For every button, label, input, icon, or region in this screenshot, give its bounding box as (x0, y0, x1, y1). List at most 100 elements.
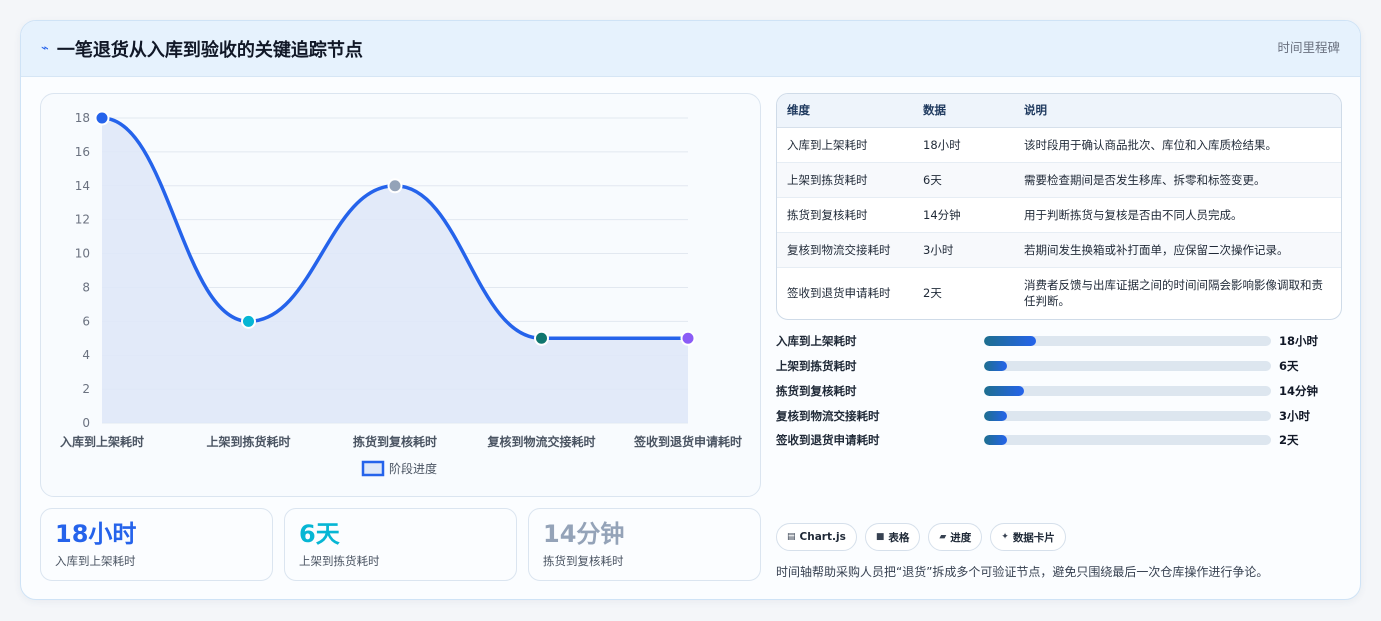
page-title: 一笔退货从入库到验收的关键追踪节点 (56, 39, 363, 61)
y-tick-label: 6 (82, 314, 90, 328)
chip-table[interactable]: ■ 表格 (864, 523, 921, 551)
y-tick-label: 12 (75, 213, 90, 227)
legend-swatch (361, 460, 385, 477)
table-cell: 该时段用于确认商品批次、库位和入库质检结果。 (1014, 127, 1341, 163)
progress-icon: ▰ (939, 532, 947, 542)
progress-fill (984, 385, 1025, 396)
x-tick-label: 签收到退货申请耗时 (633, 434, 742, 449)
x-tick-label: 入库到上架耗时 (60, 434, 144, 449)
card-icon: ✦ (1001, 532, 1009, 542)
table-cell: 入库到上架耗时 (777, 127, 913, 163)
table-cell: 若期间发生换箱或补打面单，应保留二次操作记录。 (1014, 232, 1341, 268)
table-cell: 用于判断拣货与复核是否由不同人员完成。 (1014, 197, 1341, 233)
progress-track (984, 435, 1271, 446)
progress-row: 入库到上架耗时 18小时 (776, 329, 1342, 354)
kpi-card: 6天 上架到拣货耗时 (284, 508, 517, 581)
kpi-label: 拣货到复核耗时 (543, 554, 624, 568)
header-tag: 时间里程碑 (1277, 40, 1340, 55)
x-tick-label: 拣货到复核耗时 (353, 434, 437, 449)
progress-row: 上架到拣货耗时 6天 (776, 354, 1342, 379)
progress-value: 6天 (1279, 359, 1299, 374)
progress-fill (984, 435, 1007, 446)
y-tick-label: 2 (82, 382, 90, 396)
kpi-card: 14分钟 拣货到复核耗时 (528, 508, 761, 581)
y-tick-label: 0 (82, 416, 90, 430)
x-tick-label: 上架到拣货耗时 (206, 434, 290, 449)
chart-icon: ▤ (787, 532, 796, 542)
card-header: ⌁ 一笔退货从入库到验收的关键追踪节点 时间里程碑 (21, 21, 1360, 77)
progress-track (984, 385, 1271, 396)
x-tick-label: 复核到物流交接耗时 (486, 434, 595, 449)
line-chart: 0 2 4 6 8 10 12 14 16 18 入库到上架耗时 上架到拣货耗时 拣货到复核耗时 复核到物… (40, 93, 761, 497)
chip-progress[interactable]: ▰ 进度 (928, 523, 983, 551)
chip-data-card[interactable]: ✦ 数据卡片 (990, 523, 1066, 551)
data-point (241, 313, 256, 329)
kpi-value: 14分钟 (543, 520, 625, 548)
table-header-row: 维度 数据 说明 (777, 94, 1341, 128)
progress-value: 14分钟 (1279, 383, 1319, 398)
main-card: ⌁ 一笔退货从入库到验收的关键追踪节点 时间里程碑 0 2 4 6 8 10 12 14 16 1… (20, 20, 1361, 600)
table-cell: 签收到退货申请耗时 (787, 286, 891, 301)
progress-value: 18小时 (1279, 334, 1319, 349)
progress-fill (984, 410, 1007, 421)
footer-note: 时间轴帮助采购人员把“退货”拆成多个可验证节点，避免只围绕最后一次仓库操作进行争… (776, 565, 1269, 579)
table-cell: 复核到物流交接耗时 (777, 232, 913, 268)
y-tick-label: 14 (75, 179, 90, 193)
data-point (534, 330, 549, 346)
data-point (387, 178, 403, 194)
chart-svg: 0 2 4 6 8 10 12 14 16 18 入库到上架耗时 上架到拣货耗时 拣货到复核耗时 复核到物… (60, 110, 742, 477)
chip-chartjs[interactable]: ▤ Chart.js (776, 523, 857, 551)
table-row: 签收到退货申请耗时 2天 消费者反馈与出库证据之间的时间间隔会影响影像调取和责任… (777, 267, 1341, 319)
progress-label: 拣货到复核耗时 (776, 383, 857, 398)
kpi-label: 入库到上架耗时 (55, 554, 136, 568)
progress-track (984, 410, 1271, 421)
data-table: 维度 数据 说明 入库到上架耗时 18小时 该时段用于确认商品批次、库位和入库质… (776, 93, 1342, 320)
table-cell: 3小时 (913, 232, 1014, 268)
table-row: 拣货到复核耗时 14分钟 用于判断拣货与复核是否由不同人员完成。 (777, 197, 1341, 233)
chip-label: 数据卡片 (1012, 531, 1055, 544)
legend-label: 阶段进度 (389, 461, 437, 476)
table-cell: 上架到拣货耗时 (777, 162, 913, 198)
progress-label: 复核到物流交接耗时 (776, 408, 880, 423)
y-tick-label: 16 (75, 145, 90, 159)
kpi-card: 18小时 入库到上架耗时 (40, 508, 273, 581)
progress-value: 3小时 (1279, 408, 1311, 423)
chip-label: Chart.js (799, 531, 846, 543)
table-cell: 18小时 (913, 127, 1014, 163)
progress-fill (984, 361, 1007, 372)
table-cell: 2天 (923, 286, 942, 301)
progress-row: 签收到退货申请耗时 2天 (776, 428, 1342, 453)
table-icon: ■ (875, 532, 885, 542)
progress-label: 入库到上架耗时 (776, 334, 857, 349)
table-cell: 6天 (913, 162, 1014, 198)
table-header: 数据 (913, 94, 1014, 128)
progress-label: 签收到退货申请耗时 (776, 433, 880, 448)
progress-fill (984, 336, 1036, 347)
kpi-value: 6天 (299, 520, 340, 548)
progress-label: 上架到拣货耗时 (776, 359, 857, 374)
table-cell: 14分钟 (913, 197, 1014, 233)
table-row: 复核到物流交接耗时 3小时 若期间发生换箱或补打面单，应保留二次操作记录。 (777, 232, 1341, 268)
progress-value: 2天 (1279, 433, 1299, 448)
table-row: 上架到拣货耗时 6天 需要检查期间是否发生移库、拆零和标签变更。 (777, 162, 1341, 198)
table-cell: 拣货到复核耗时 (777, 197, 913, 233)
table-row: 入库到上架耗时 18小时 该时段用于确认商品批次、库位和入库质检结果。 (777, 127, 1341, 163)
data-point (680, 330, 696, 346)
kpi-value: 18小时 (55, 520, 137, 548)
y-tick-label: 4 (82, 348, 90, 362)
chip-label: 表格 (888, 531, 910, 544)
progress-list: 入库到上架耗时 18小时 上架到拣货耗时 6天 拣货到复核耗时 14分钟 复核到… (776, 329, 1342, 453)
data-point (94, 110, 110, 126)
y-tick-label: 10 (75, 247, 90, 261)
y-tick-label: 18 (75, 111, 90, 125)
table-header: 说明 (1014, 94, 1341, 128)
y-tick-label: 8 (82, 280, 90, 294)
progress-row: 拣货到复核耗时 14分钟 (776, 379, 1342, 404)
chip-label: 进度 (950, 531, 972, 544)
lightning-icon: ⌁ (41, 41, 49, 56)
progress-track (984, 361, 1271, 372)
kpi-label: 上架到拣货耗时 (299, 554, 380, 568)
table-cell: 需要检查期间是否发生移库、拆零和标签变更。 (1014, 162, 1341, 198)
table-cell: 消费者反馈与出库证据之间的时间间隔会影响影像调取和责任判断。 (1024, 278, 1323, 309)
progress-row: 复核到物流交接耗时 3小时 (776, 403, 1342, 428)
